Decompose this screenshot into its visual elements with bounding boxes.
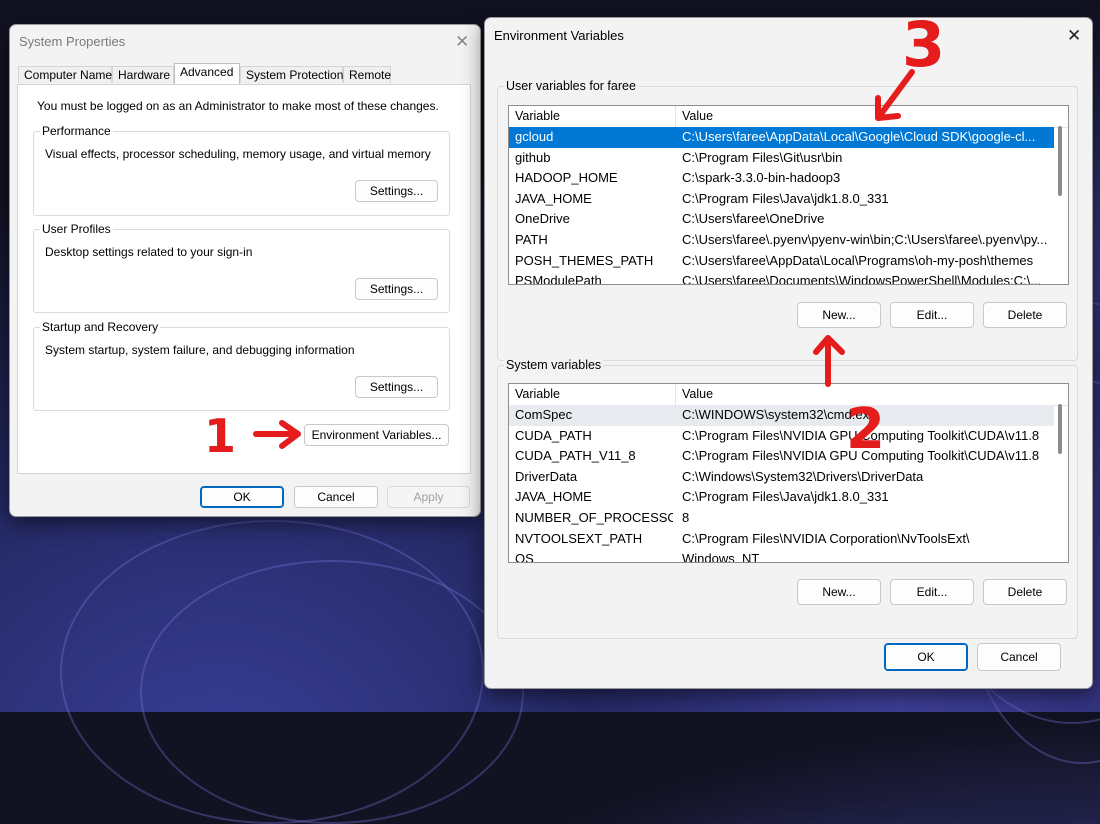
environment-variables-button[interactable]: Environment Variables... xyxy=(304,424,449,446)
table-row[interactable]: CUDA_PATH_V11_8 C:\Program Files\NVIDIA G… xyxy=(509,446,1054,467)
table-row[interactable]: POSH_THEMES_PATH C:\Users\faree\AppData\L… xyxy=(509,251,1054,272)
sysprop-apply-button[interactable]: Apply xyxy=(387,486,470,508)
table-row[interactable]: NVTOOLSEXT_PATH C:\Program Files\NVIDIA C… xyxy=(509,529,1054,550)
tab-hardware[interactable]: Hardware xyxy=(112,66,174,83)
variable-name: NVTOOLSEXT_PATH xyxy=(515,530,643,546)
system-edit-button[interactable]: Edit... xyxy=(890,579,974,605)
system-variables-list[interactable]: Variable Value ComSpec C:\WINDOWS\system3… xyxy=(508,383,1069,563)
table-row[interactable]: OS Windows_NT xyxy=(509,549,1054,563)
variable-value: C:\WINDOWS\system32\cmd.exe xyxy=(682,407,877,422)
table-row[interactable]: github C:\Program Files\Git\usr\bin xyxy=(509,148,1054,169)
list-header: Variable Value xyxy=(509,106,1068,128)
variable-name: CUDA_PATH xyxy=(515,427,592,443)
variable-value: C:\Users\faree\AppData\Local\Google\Clou… xyxy=(682,129,1036,144)
table-row[interactable]: NUMBER_OF_PROCESSORS 8 xyxy=(509,508,1054,529)
table-row[interactable]: CUDA_PATH C:\Program Files\NVIDIA GPU Com… xyxy=(509,426,1054,447)
variable-name: PATH xyxy=(515,232,548,247)
variable-name: github xyxy=(515,149,551,165)
user-variables-label: User variables for faree xyxy=(504,79,638,93)
table-row[interactable]: ComSpec C:\WINDOWS\system32\cmd.exe xyxy=(509,405,1054,426)
tab-computer-name[interactable]: Computer Name xyxy=(18,66,112,83)
sysprop-cancel-button[interactable]: Cancel xyxy=(294,486,378,508)
variable-value: Windows_NT xyxy=(682,551,760,563)
variable-value: C:\Program Files\NVIDIA GPU Computing To… xyxy=(682,448,1040,464)
advanced-tab-pane: You must be logged on as an Administrato… xyxy=(17,84,471,474)
variable-name: JAVA_HOME xyxy=(515,190,592,206)
user-profiles-settings-button[interactable]: Settings... xyxy=(355,278,438,300)
variable-name: PSModulePath xyxy=(515,273,602,285)
variable-name: DriverData xyxy=(515,468,578,484)
table-row[interactable]: JAVA_HOME C:\Program Files\Java\jdk1.8.0_… xyxy=(509,487,1054,508)
startup-recovery-settings-button[interactable]: Settings... xyxy=(355,376,438,398)
variable-value: C:\Users\faree\AppData\Local\Programs\oh… xyxy=(682,252,1034,268)
variable-name: OS xyxy=(515,551,534,563)
tab-remote[interactable]: Remote xyxy=(343,66,391,83)
performance-desc: Visual effects, processor scheduling, me… xyxy=(45,147,431,161)
variable-value: C:\Program Files\Java\jdk1.8.0_331 xyxy=(682,190,889,206)
user-new-button[interactable]: New... xyxy=(797,302,881,328)
variable-value: 8 xyxy=(682,510,690,525)
startup-recovery-desc: System startup, system failure, and debu… xyxy=(45,343,355,357)
variable-value: C:\spark-3.3.0-bin-hadoop3 xyxy=(682,170,841,186)
variable-name: OneDrive xyxy=(515,211,570,227)
tab-system-protection[interactable]: System Protection xyxy=(240,66,343,83)
performance-label: Performance xyxy=(40,124,113,138)
variable-name: HADOOP_HOME xyxy=(515,170,618,186)
window-title: System Properties xyxy=(19,34,126,49)
startup-recovery-group: Startup and Recovery System startup, sys… xyxy=(33,320,450,411)
variable-value: C:\Users\faree\OneDrive xyxy=(682,211,825,227)
variable-name: POSH_THEMES_PATH xyxy=(515,252,654,268)
system-new-button[interactable]: New... xyxy=(797,579,881,605)
user-profiles-label: User Profiles xyxy=(40,222,113,236)
table-row[interactable]: OneDrive C:\Users\faree\OneDrive xyxy=(509,209,1054,230)
close-icon[interactable]: ✕ xyxy=(455,33,469,50)
variable-value: C:\Program Files\NVIDIA GPU Computing To… xyxy=(682,427,1040,443)
user-list-scrollbar[interactable] xyxy=(1058,126,1062,196)
close-icon[interactable]: ✕ xyxy=(1067,27,1081,44)
environment-variables-dialog: Environment Variables ✕ User variables f… xyxy=(484,17,1093,689)
user-delete-button[interactable]: Delete xyxy=(983,302,1067,328)
system-list-scrollbar[interactable] xyxy=(1058,404,1062,454)
variable-value: C:\Program Files\Git\usr\bin xyxy=(682,149,843,165)
variable-value: C:\Windows\System32\Drivers\DriverData xyxy=(682,468,924,484)
variable-name: ComSpec xyxy=(515,407,573,422)
system-variables-label: System variables xyxy=(504,358,604,372)
user-profiles-group: User Profiles Desktop settings related t… xyxy=(33,222,450,313)
table-row[interactable]: DriverData C:\Windows\System32\Drivers\Dr… xyxy=(509,467,1054,488)
tab-advanced[interactable]: Advanced xyxy=(174,63,240,84)
performance-settings-button[interactable]: Settings... xyxy=(355,180,438,202)
list-header: Variable Value xyxy=(509,384,1068,406)
user-profiles-desc: Desktop settings related to your sign-in xyxy=(45,245,253,259)
system-delete-button[interactable]: Delete xyxy=(983,579,1067,605)
variable-name: NUMBER_OF_PROCESSORS xyxy=(515,510,673,525)
variable-value: C:\Users\faree\Documents\WindowsPowerShe… xyxy=(682,273,1042,285)
table-row[interactable]: PATH C:\Users\faree\.pyenv\pyenv-win\bin;… xyxy=(509,230,1054,251)
sysprop-ok-button[interactable]: OK xyxy=(200,486,284,508)
env-ok-button[interactable]: OK xyxy=(884,643,968,671)
variable-value: C:\Program Files\NVIDIA Corporation\NvTo… xyxy=(682,530,970,546)
variable-name: gcloud xyxy=(515,129,554,144)
variable-value: C:\Program Files\Java\jdk1.8.0_331 xyxy=(682,489,889,505)
column-value[interactable]: Value xyxy=(676,106,1068,127)
table-row[interactable]: HADOOP_HOME C:\spark-3.3.0-bin-hadoop3 xyxy=(509,168,1054,189)
column-value[interactable]: Value xyxy=(676,384,1068,405)
startup-recovery-label: Startup and Recovery xyxy=(40,320,161,334)
column-variable[interactable]: Variable xyxy=(509,384,676,405)
user-edit-button[interactable]: Edit... xyxy=(890,302,974,328)
variable-name: JAVA_HOME xyxy=(515,489,592,505)
table-row[interactable]: JAVA_HOME C:\Program Files\Java\jdk1.8.0_… xyxy=(509,189,1054,210)
env-cancel-button[interactable]: Cancel xyxy=(977,643,1061,671)
user-variables-list[interactable]: Variable Value gcloud C:\Users\faree\AppD… xyxy=(508,105,1069,285)
variable-name: CUDA_PATH_V11_8 xyxy=(515,448,636,464)
table-row[interactable]: gcloud C:\Users\faree\AppData\Local\Googl… xyxy=(509,127,1054,148)
admin-note: You must be logged on as an Administrato… xyxy=(37,99,439,113)
env-window-title: Environment Variables xyxy=(494,28,624,43)
performance-group: Performance Visual effects, processor sc… xyxy=(33,124,450,216)
column-variable[interactable]: Variable xyxy=(509,106,676,127)
variable-value: C:\Users\faree\.pyenv\pyenv-win\bin;C:\U… xyxy=(682,232,1048,247)
table-row[interactable]: PSModulePath C:\Users\faree\Documents\Win… xyxy=(509,271,1054,285)
